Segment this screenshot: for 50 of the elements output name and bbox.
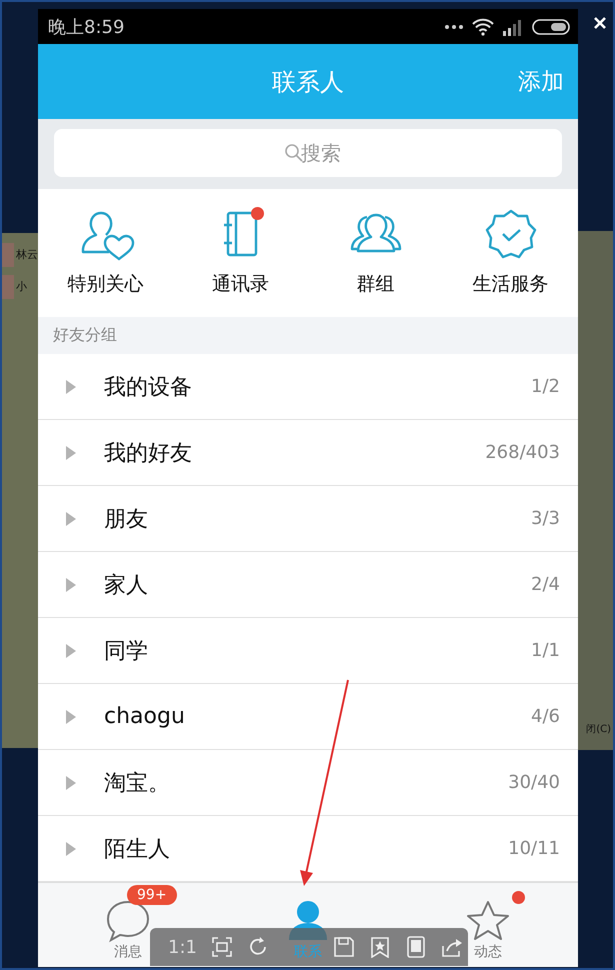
shortcut-item[interactable]: 生活服务 bbox=[443, 209, 578, 297]
expand-triangle-icon bbox=[65, 710, 77, 724]
chat-bubble-icon bbox=[105, 899, 151, 943]
group-count: 30/40 bbox=[508, 772, 560, 793]
save-icon[interactable] bbox=[332, 936, 355, 958]
star-icon bbox=[465, 899, 511, 943]
expand-triangle-icon bbox=[65, 446, 77, 460]
group-count: 4/6 bbox=[531, 706, 560, 727]
avatar-icon bbox=[2, 242, 14, 266]
page-title: 联系人 bbox=[272, 66, 344, 98]
group-name: 同学 bbox=[104, 638, 149, 666]
group-count: 3/3 bbox=[531, 508, 560, 529]
contact-name: 小 bbox=[16, 279, 28, 294]
group-count: 1/2 bbox=[531, 376, 560, 397]
section-title: 好友分组 bbox=[53, 325, 117, 346]
status-time: 晚上8:59 bbox=[48, 16, 124, 38]
contact-name: 林云 bbox=[16, 247, 38, 262]
tablet-icon[interactable] bbox=[404, 936, 427, 958]
group-name: chaogu bbox=[104, 704, 186, 729]
shortcut-item[interactable]: 通讯录 bbox=[173, 209, 308, 297]
group-name: 家人 bbox=[104, 572, 149, 600]
expand-triangle-icon bbox=[65, 842, 77, 856]
group-name: 淘宝。 bbox=[104, 770, 171, 798]
group-count: 1/1 bbox=[531, 640, 560, 661]
background-text: 闭(C) bbox=[586, 722, 611, 736]
share-icon[interactable] bbox=[440, 936, 463, 958]
expand-triangle-icon bbox=[65, 380, 77, 394]
group-name: 朋友 bbox=[104, 506, 149, 534]
group-name: 我的设备 bbox=[104, 374, 193, 402]
expand-triangle-icon bbox=[65, 776, 77, 790]
fit-screen-icon[interactable] bbox=[210, 936, 233, 958]
wifi-icon bbox=[472, 18, 494, 36]
signal-icon bbox=[502, 18, 524, 36]
group-count: 268/403 bbox=[485, 442, 560, 463]
group-count: 2/4 bbox=[531, 574, 560, 595]
group-count: 10/11 bbox=[508, 838, 560, 859]
expand-triangle-icon bbox=[65, 578, 77, 592]
close-icon bbox=[593, 16, 607, 30]
expand-triangle-icon bbox=[65, 644, 77, 658]
battery-icon bbox=[532, 18, 570, 36]
shortcut-item[interactable]: 群组 bbox=[308, 209, 443, 297]
bookmark-star-icon[interactable] bbox=[368, 936, 391, 958]
expand-triangle-icon bbox=[65, 512, 77, 526]
group-name: 我的好友 bbox=[104, 440, 193, 468]
more-dots-icon bbox=[444, 24, 464, 30]
search-field[interactable]: 搜索 bbox=[54, 129, 562, 177]
avatar-icon bbox=[2, 274, 14, 298]
shortcut-item[interactable]: 特别关心 bbox=[38, 209, 173, 297]
group-name: 陌生人 bbox=[104, 836, 171, 864]
unread-badge: 99+ bbox=[127, 885, 177, 905]
